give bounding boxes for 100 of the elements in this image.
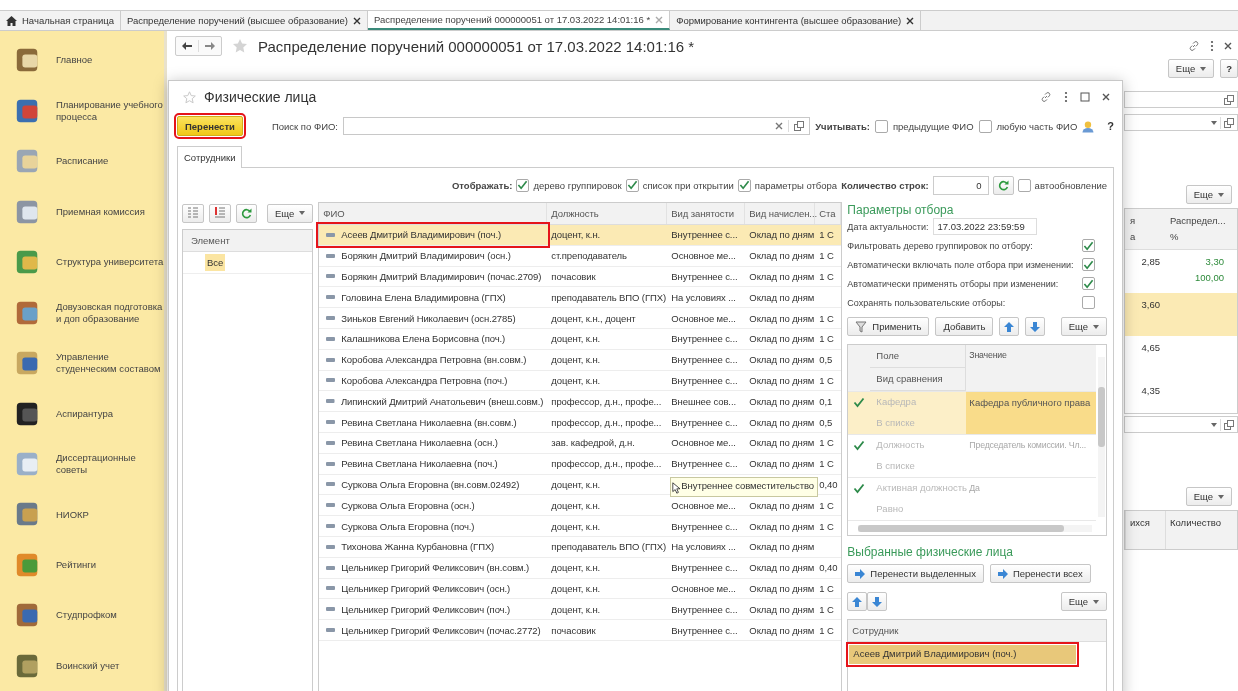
sidebar-item[interactable]: Приемная комиссия [55,205,164,218]
more-button[interactable]: Еще [1185,487,1232,507]
name-cell[interactable]: Калашникова Елена Борисовна (поч.) [319,329,548,349]
table-row[interactable]: Асеев Дмитрий Владимирович (поч.) [849,645,1076,664]
column-header[interactable]: Количество [1165,511,1238,550]
sidebar-item[interactable]: Аспирантура [55,407,164,420]
navigation-buttons[interactable] [175,36,222,56]
checkbox[interactable] [737,178,751,192]
name-cell[interactable]: Цельникер Григорий Феликсович (вн.совм.) [319,557,548,578]
move-up-button[interactable] [999,317,1020,336]
table-row[interactable]: Цельникер Григорий Феликсович (почас.2772) почасовик Внутреннее с... Оклад по дням 1 С [319,620,842,641]
sidebar-item[interactable]: Довузовская подготовка и доп образование [55,300,164,325]
table-row[interactable]: Цельникер Григорий Феликсович (осн.) доцент, к.н. Основное ме... Оклад по дням 1 С [319,578,842,600]
column-header[interactable]: Вид сравнения [870,368,967,391]
table-row[interactable]: Ревина Светлана Николаевна (поч.) профессор, д.н., профе... Внутреннее с... Оклад по дням 1 С [319,453,842,475]
link-icon[interactable] [1040,91,1052,103]
table-row[interactable]: Липинский Дмитрий Анатольевич (внеш.совм.) профессор, д.н., профе... Внешнее сов... Оклад по дням 0,1 [319,391,842,413]
name-cell[interactable]: Цельникер Григорий Феликсович (поч.) [319,599,548,620]
apply-button[interactable]: Применить [847,317,930,336]
transfer-all-button[interactable]: Перенести всех [989,564,1091,583]
sidebar-item[interactable]: Диссертационные советы [55,452,164,476]
column-header[interactable]: Вид начислен... [745,203,816,224]
sidebar-item[interactable]: Управление студенческим составом [55,351,164,375]
table-row[interactable]: 4,35 [1125,379,1237,414]
table-row[interactable]: Асеев Дмитрий Владимирович (поч.) доцент, к.н. Внутреннее с... Оклад по дням 1 С [319,225,842,246]
move-down-button[interactable] [1025,317,1046,336]
tab[interactable]: Начальная страница [0,11,121,30]
column-header[interactable]: Должность [547,203,668,224]
star-icon[interactable] [183,90,196,104]
more-button[interactable]: Еще [1060,592,1107,611]
input-field[interactable] [1124,114,1238,131]
copy-icon[interactable] [794,121,805,131]
column-header[interactable]: Поле [870,345,967,368]
tree-item[interactable]: Все [205,254,226,271]
table-row[interactable]: Ревина Светлана Николаевна (осн.) зав. кафедрой, д.н. Основное ме... Оклад по дням 1 С [319,432,842,454]
column-header[interactable]: Значение [966,345,1096,391]
name-cell[interactable]: Липинский Дмитрий Анатольевич (внеш.совм.) [319,391,548,412]
table-row[interactable]: Суркова Ольга Егоровна (поч.) доцент, к.н. Внутреннее с... Оклад по дням 1 С [319,516,842,537]
use-checkbox[interactable] [853,440,866,451]
name-cell[interactable]: Суркова Ольга Егоровна (осн.) [319,495,548,516]
table-row[interactable]: 2,85 3,30 100,00 [1125,250,1237,294]
copy-icon[interactable] [1224,94,1234,105]
column-header[interactable]: Распредел... % [1165,209,1229,250]
column-header[interactable]: Элемент [183,230,313,252]
more-button[interactable]: Еще [1167,59,1215,78]
tab[interactable]: Сотрудники [177,146,243,168]
column-header[interactable]: я а [1125,209,1165,250]
table-row[interactable]: Цельникер Григорий Феликсович (поч.) доцент, к.н. Внутреннее с... Оклад по дням 1 С [319,599,842,621]
sidebar-item[interactable]: Студпрофком [55,609,164,622]
name-cell[interactable]: Тихонова Жанна Курбановна (ГПХ) [319,536,548,557]
name-cell[interactable]: Борякин Дмитрий Владимирович (почас.2709) [319,266,548,287]
date-field[interactable]: 17.03.2022 23:59:59 [932,218,1037,235]
checkbox[interactable] [625,178,639,192]
tab[interactable]: Распределение поручений (высшее образование) [120,11,368,30]
table-row[interactable]: Тихонова Жанна Курбановна (ГПХ) преподаватель ВПО (ГПХ) На условиях ... Оклад по дням [319,536,842,558]
more-icon[interactable] [1210,40,1214,52]
table-row[interactable]: Суркова Ольга Егоровна (осн.) доцент, к.н. Основное ме... Оклад по дням 1 С [319,495,842,517]
name-cell[interactable]: Коробова Александра Петровна (вн.совм.) [319,349,548,370]
input-field[interactable] [1124,416,1238,434]
table-row[interactable]: Борякин Дмитрий Владимирович (осн.) ст.преподаватель Основное ме... Оклад по дням 1 С [319,245,842,267]
checkbox[interactable] [516,178,530,192]
transfer-selected-button[interactable]: Перенести выделенных [847,564,984,583]
checkbox[interactable] [1017,178,1031,192]
name-cell[interactable]: Ревина Светлана Николаевна (осн.) [319,432,548,453]
link-icon[interactable] [1188,40,1200,52]
table-row[interactable]: 4,65 [1125,336,1237,380]
more-icon[interactable] [1064,91,1068,103]
table-row[interactable]: Зиньков Евгений Николаевич (осн.2785) доцент, к.н., доцент Основное ме... Оклад по дням 1 С [319,308,842,329]
use-checkbox[interactable] [853,397,866,408]
table-row[interactable]: 3,60 [1125,293,1237,337]
sidebar-item[interactable]: Расписание [55,155,164,168]
tab[interactable]: Распределение поручений 000000051 от 17.03.2022 14:01:16 * [367,11,671,30]
column-header[interactable]: Вид занятости [667,203,746,224]
more-button[interactable]: Еще [1060,317,1107,336]
name-cell[interactable]: Цельникер Григорий Феликсович (почас.2772) [319,620,548,640]
tab[interactable]: Формирование контингента (высшее образование) [670,11,922,30]
sidebar-item[interactable]: Планирование учебного процесса [55,98,164,123]
star-icon[interactable] [232,38,248,54]
checkbox[interactable] [1082,239,1095,252]
name-cell[interactable]: Зиньков Евгений Николаевич (осн.2785) [319,308,548,328]
close-icon[interactable] [1224,42,1232,50]
refresh-button[interactable] [236,203,257,223]
sidebar-item[interactable]: НИОКР [55,508,164,521]
close-icon[interactable] [352,16,361,25]
copy-icon[interactable] [1224,117,1234,128]
table-row[interactable]: Головина Елена Владимировна (ГПХ) преподаватель ВПО (ГПХ) На условиях ... Оклад по дням [319,287,842,309]
table-row[interactable]: Калашникова Елена Борисовна (поч.) доцент, к.н. Внутреннее с... Оклад по дням 1 С [319,329,842,350]
table-row[interactable]: Ревина Светлана Николаевна (вн.совм.) профессор, д.н., профе... Внутреннее с... Оклад по дням 0,5 [319,412,842,433]
row-count-field[interactable]: 0 [932,175,989,195]
table-row[interactable]: Цельникер Григорий Феликсович (вн.совм.) доцент, к.н. Внутреннее с... Оклад по дням 0,40 [319,557,842,579]
sort-button[interactable] [209,203,231,223]
name-cell[interactable]: Суркова Ольга Егоровна (поч.) [319,516,548,536]
more-button[interactable]: Еще [267,203,314,223]
name-cell[interactable]: Суркова Ольга Егоровна (вн.совм.02492) [319,474,548,495]
maximize-icon[interactable] [1080,92,1090,102]
use-checkbox[interactable] [853,483,866,494]
scrollbar[interactable] [1098,357,1105,517]
input-field[interactable] [1124,91,1238,108]
close-icon[interactable] [1102,93,1110,101]
filter-row[interactable]: Кафедра В списке Кафедра публичного права [848,392,1096,435]
